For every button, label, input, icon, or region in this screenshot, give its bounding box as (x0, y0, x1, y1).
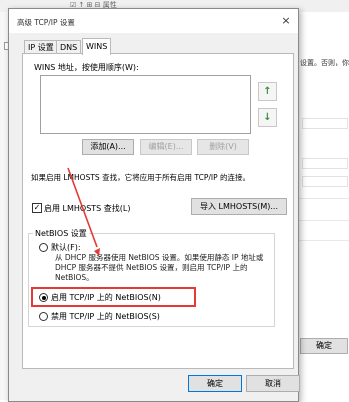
radio-default[interactable] (39, 243, 48, 252)
dialog-title: 高级 TCP/IP 设置 (17, 18, 75, 27)
background-field (302, 176, 348, 187)
lmhosts-info-text: 如果启用 LMHOSTS 查找，它将应用于所有启用 TCP/IP 的连接。 (31, 173, 250, 182)
background-field (302, 118, 348, 129)
title-bar: 高级 TCP/IP 设置 × (9, 9, 298, 33)
tab-wins[interactable]: WINS (82, 38, 112, 55)
background-ok-button[interactable]: 确定 (300, 338, 348, 354)
background-divider (297, 220, 349, 221)
arrow-down-icon: ↓ (263, 112, 272, 123)
background-field (302, 158, 348, 169)
tab-ip-settings[interactable]: IP 设置 (24, 40, 58, 54)
edit-button[interactable]: 编辑(E)... (140, 139, 192, 155)
checkmark-icon: ✓ (33, 203, 41, 212)
background-divider (297, 240, 349, 241)
close-icon[interactable]: × (274, 9, 298, 33)
wins-address-label: WINS 地址，按使用顺序(W): (34, 63, 139, 72)
background-divider (297, 198, 349, 199)
netbios-group-title: NetBIOS 设置 (33, 228, 89, 239)
ok-button[interactable]: 确定 (188, 375, 242, 392)
tab-dns[interactable]: DNS (56, 40, 82, 54)
background-text: 设置。否则，你 (300, 59, 349, 67)
wins-address-list[interactable] (40, 75, 251, 134)
radio-default-label: 默认(F): (51, 243, 81, 252)
lmhosts-checkbox-label: 启用 LMHOSTS 查找(L) (44, 204, 131, 213)
radio-disable-netbios[interactable] (39, 312, 48, 321)
delete-button[interactable]: 删除(V) (197, 139, 249, 155)
cancel-button[interactable]: 取消 (246, 375, 300, 392)
move-up-button[interactable]: ↑ (258, 82, 277, 101)
arrow-up-icon: ↑ (263, 86, 272, 97)
import-lmhosts-button[interactable]: 导入 LMHOSTS(M)... (191, 198, 287, 215)
lmhosts-checkbox[interactable]: ✓ (32, 203, 42, 213)
add-button[interactable]: 添加(A)... (82, 139, 134, 155)
highlight-annotation (31, 287, 196, 307)
radio-disable-netbios-label: 禁用 TCP/IP 上的 NetBIOS(S) (51, 312, 160, 321)
default-description: 从 DHCP 服务器使用 NetBIOS 设置。如果使用静态 IP 地址或 DH… (55, 253, 264, 282)
move-down-button[interactable]: ↓ (258, 108, 277, 127)
